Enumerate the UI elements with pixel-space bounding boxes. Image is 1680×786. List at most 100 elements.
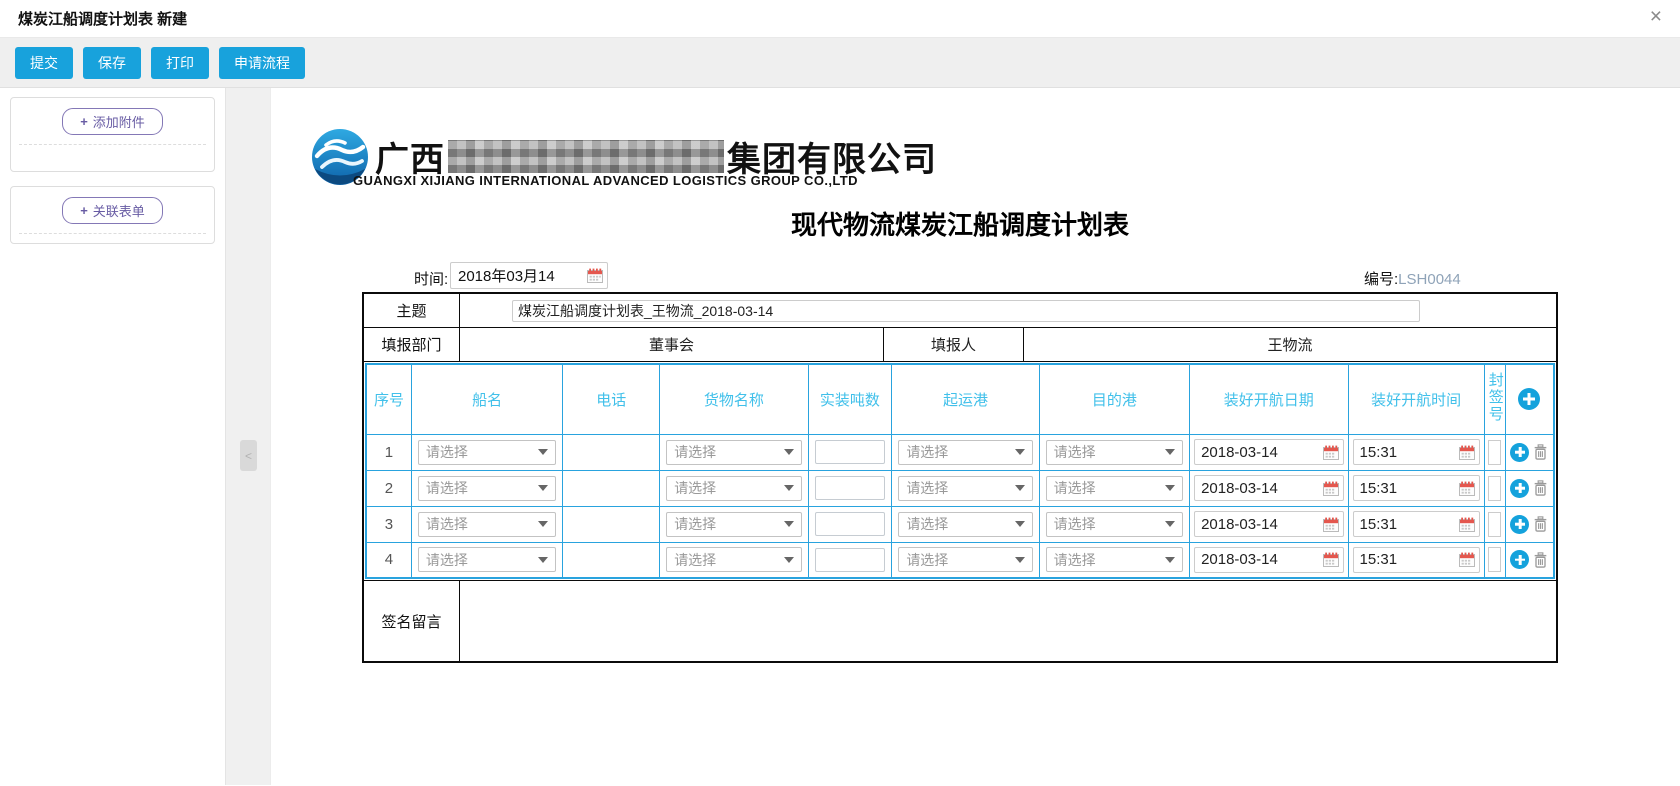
seal-number-input[interactable] [1488,440,1501,465]
delete-row-icon[interactable] [1533,480,1548,496]
toolbar: 提交 保存 打印 申请流程 [0,38,1680,88]
sail-time-input[interactable]: 15:31 [1353,439,1480,465]
calendar-icon[interactable] [1459,481,1475,496]
delete-row-icon[interactable] [1533,552,1548,568]
calendar-icon[interactable] [587,268,603,283]
attachment-panel: + 添加附件 [10,97,215,172]
signature-row: 签名留言 [364,581,1556,661]
sail-date-input[interactable]: 2018-03-14 [1194,547,1343,573]
reporter-value: 王物流 [1024,328,1556,361]
chevron-down-icon [784,521,794,527]
sidebar: + 添加附件 + 关联表单 [0,88,226,785]
chevron-down-icon [1165,485,1175,491]
calendar-icon[interactable] [1323,481,1339,496]
phone-input-area[interactable] [563,470,660,506]
ship-schedule-grid: 序号 船名 电话 货物名称 实装吨数 起运港 目的港 装好开航日期 装好开航时间… [365,363,1555,579]
chevron-down-icon [784,557,794,563]
grid-row: 1 请选择 请选择 请选择 请选择 2018-03-14 15:31 [366,434,1554,470]
row-index: 3 [366,506,411,542]
seal-number-input[interactable] [1488,512,1501,537]
cargo-select[interactable]: 请选择 [666,440,801,465]
form-date-input[interactable]: 2018年03月14 [450,262,608,289]
tonnage-input[interactable] [815,548,885,572]
form-date-value: 2018年03月14 [458,265,587,286]
related-form-button[interactable]: + 关联表单 [62,197,163,224]
col-origin: 起运港 [892,364,1039,434]
tonnage-input[interactable] [815,440,885,464]
save-button[interactable]: 保存 [83,47,141,79]
chevron-down-icon [538,521,548,527]
cargo-select[interactable]: 请选择 [666,476,801,501]
chevron-down-icon [1165,557,1175,563]
chevron-down-icon [1015,449,1025,455]
col-phone: 电话 [563,364,660,434]
subject-label: 主题 [364,294,460,327]
grid-row: 3 请选择 请选择 请选择 请选择 2018-03-14 15:31 [366,506,1554,542]
calendar-icon[interactable] [1459,445,1475,460]
cargo-select[interactable]: 请选择 [666,512,801,537]
phone-input-area[interactable] [563,434,660,470]
sail-time-input[interactable]: 15:31 [1353,547,1480,573]
sail-time-input[interactable]: 15:31 [1353,475,1480,501]
subject-input[interactable] [512,300,1420,322]
add-row-icon[interactable] [1510,550,1529,569]
calendar-icon[interactable] [1323,445,1339,460]
date-label: 时间: [414,268,448,289]
signature-area[interactable] [460,581,1556,661]
reporter-label: 填报人 [884,328,1024,361]
form-canvas: 广西 集团有限公司 GUANGXI XIJIANG INTERNATIONAL … [270,88,1680,785]
row-index: 2 [366,470,411,506]
sail-time-input[interactable]: 15:31 [1353,511,1480,537]
seal-number-input[interactable] [1488,547,1501,572]
sail-date-input[interactable]: 2018-03-14 [1194,475,1343,501]
chevron-down-icon [784,449,794,455]
delete-row-icon[interactable] [1533,444,1548,460]
origin-port-select[interactable]: 请选择 [898,476,1032,501]
dest-port-select[interactable]: 请选择 [1046,440,1183,465]
col-actions [1505,364,1554,434]
chevron-down-icon [538,449,548,455]
print-button[interactable]: 打印 [151,47,209,79]
calendar-icon[interactable] [1323,517,1339,532]
submit-button[interactable]: 提交 [15,47,73,79]
cargo-select[interactable]: 请选择 [666,547,801,572]
row-index: 4 [366,542,411,578]
ship-select[interactable]: 请选择 [418,547,556,572]
row-index: 1 [366,434,411,470]
delete-row-icon[interactable] [1533,516,1548,532]
phone-input-area[interactable] [563,542,660,578]
calendar-icon[interactable] [1323,552,1339,567]
add-row-icon[interactable] [1518,388,1540,410]
calendar-icon[interactable] [1459,552,1475,567]
plus-icon: + [80,203,88,218]
dest-port-select[interactable]: 请选择 [1046,547,1183,572]
add-row-icon[interactable] [1510,479,1529,498]
add-attachment-button[interactable]: + 添加附件 [62,108,163,135]
panel-divider: < [226,88,270,785]
origin-port-select[interactable]: 请选择 [898,512,1032,537]
serial-number: 编号:LSH0044 [1364,268,1461,289]
col-sail-date: 装好开航日期 [1190,364,1348,434]
close-icon[interactable]: × [1650,6,1662,27]
dest-port-select[interactable]: 请选择 [1046,512,1183,537]
add-row-icon[interactable] [1510,515,1529,534]
sail-date-input[interactable]: 2018-03-14 [1194,439,1343,465]
calendar-icon[interactable] [1459,517,1475,532]
tonnage-input[interactable] [815,476,885,500]
tonnage-input[interactable] [815,512,885,536]
origin-port-select[interactable]: 请选择 [898,547,1032,572]
add-row-icon[interactable] [1510,443,1529,462]
department-row: 填报部门 董事会 填报人 王物流 [364,328,1556,362]
seal-number-input[interactable] [1488,476,1501,501]
ship-select[interactable]: 请选择 [418,476,556,501]
dest-port-select[interactable]: 请选择 [1046,476,1183,501]
apply-flow-button[interactable]: 申请流程 [219,47,305,79]
ship-select[interactable]: 请选择 [418,512,556,537]
collapse-sidebar-button[interactable]: < [240,440,257,471]
page-title: 煤炭江船调度计划表 新建 [18,8,187,29]
origin-port-select[interactable]: 请选择 [898,440,1032,465]
ship-select[interactable]: 请选择 [418,440,556,465]
sail-date-input[interactable]: 2018-03-14 [1194,511,1343,537]
phone-input-area[interactable] [563,506,660,542]
col-seq: 序号 [366,364,411,434]
